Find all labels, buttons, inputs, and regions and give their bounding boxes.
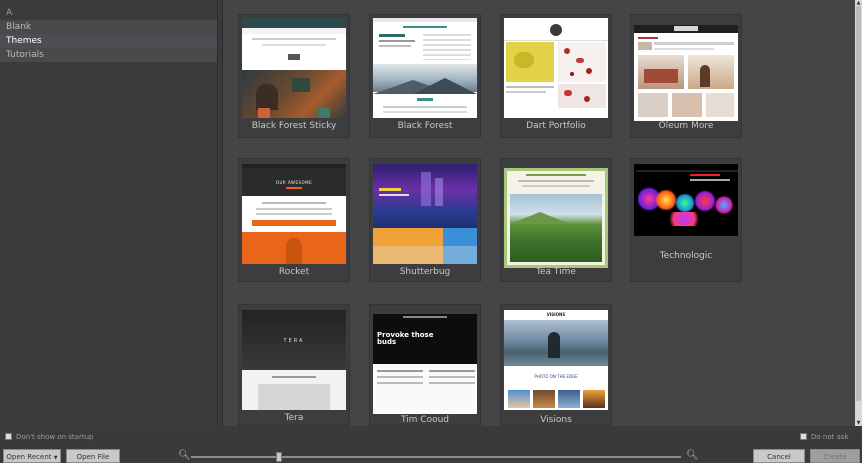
zoom-slider-thumb[interactable]: [276, 452, 282, 462]
open-file-button[interactable]: Open File: [66, 449, 120, 463]
theme-tile-tea-time[interactable]: Tea Time: [500, 158, 612, 282]
theme-thumbnail: [373, 164, 477, 264]
theme-tile-technologic[interactable]: Technologic: [630, 158, 742, 282]
theme-tile-shutterbug[interactable]: Shutterbug: [369, 158, 481, 282]
sidebar-item-themes[interactable]: Themes: [0, 34, 217, 48]
theme-label: Visions: [540, 415, 572, 425]
theme-thumbnail: TERA: [242, 310, 346, 410]
category-sidebar: A Blank Themes Tutorials: [0, 0, 218, 426]
dont-show-label: Don't show on startup: [16, 433, 94, 441]
theme-tile-dart-portfolio[interactable]: Dart Portfolio: [500, 14, 612, 138]
theme-thumbnail: OUR AWESOME: [242, 164, 346, 264]
theme-label: Dart Portfolio: [526, 121, 586, 131]
theme-thumbnail: [373, 18, 477, 118]
theme-label: Technologic: [659, 251, 713, 261]
theme-label: Tera: [284, 413, 304, 423]
right-checkbox-label: Do not ask: [811, 433, 849, 441]
sidebar-item-a[interactable]: A: [0, 6, 217, 20]
theme-tile-black-forest[interactable]: Black Forest: [369, 14, 481, 138]
theme-tile-oleum-more[interactable]: Oleum More: [630, 14, 742, 138]
scrollbar-thumb[interactable]: [856, 6, 861, 401]
rocket-heading: OUR AWESOME: [275, 180, 313, 185]
open-recent-label: Open Recent: [6, 453, 52, 461]
theme-thumbnail: [634, 164, 738, 236]
theme-label: Oleum More: [658, 121, 714, 131]
zoom-in-icon[interactable]: 🔍︎: [686, 450, 699, 461]
sidebar-item-blank[interactable]: Blank: [0, 20, 217, 34]
theme-thumbnail: Provoke those buds: [373, 314, 477, 414]
theme-label: Shutterbug: [399, 267, 451, 277]
gallery-scrollbar[interactable]: ▲ ▼: [855, 0, 862, 426]
create-button[interactable]: Create: [810, 449, 860, 463]
visions-caption: PHOTO ON THE EDGE: [534, 374, 578, 379]
theme-thumbnail: [634, 25, 738, 121]
theme-gallery: Black Forest Sticky Black Forest Dart Po…: [222, 0, 855, 426]
theme-label: Black Forest: [397, 121, 453, 131]
zoom-slider-track[interactable]: [191, 456, 681, 458]
scroll-down-arrow-icon[interactable]: ▼: [855, 420, 862, 426]
dont-show-checkbox[interactable]: [5, 433, 12, 440]
theme-thumbnail: [504, 18, 608, 118]
theme-label: Tim Cooud: [400, 415, 450, 425]
theme-tile-black-forest-sticky[interactable]: Black Forest Sticky: [238, 14, 350, 138]
theme-label: Rocket: [278, 267, 310, 277]
theme-thumbnail: [504, 168, 608, 268]
theme-tile-tim-cooud[interactable]: Provoke those buds Tim Cooud: [369, 304, 481, 426]
theme-label: Tea Time: [536, 267, 576, 277]
open-recent-button[interactable]: Open Recent ▼: [3, 449, 61, 463]
zoom-out-icon[interactable]: 🔍︎: [178, 450, 191, 461]
theme-label: Black Forest Sticky: [251, 121, 337, 131]
provoke-heading: Provoke those buds: [377, 331, 434, 346]
sidebar-item-tutorials[interactable]: Tutorials: [0, 48, 217, 62]
tera-heading: TERA: [283, 338, 305, 344]
cancel-button[interactable]: Cancel: [753, 449, 805, 463]
theme-thumbnail: VISIONS PHOTO ON THE EDGE: [504, 310, 608, 410]
theme-tile-rocket[interactable]: OUR AWESOME Rocket: [238, 158, 350, 282]
dropdown-arrow-icon: ▼: [53, 455, 58, 461]
theme-thumbnail: [242, 18, 346, 118]
theme-tile-visions[interactable]: VISIONS PHOTO ON THE EDGE Visions: [500, 304, 612, 426]
visions-banner: VISIONS: [546, 312, 566, 317]
theme-tile-tera[interactable]: TERA Tera: [238, 304, 350, 426]
right-checkbox[interactable]: [800, 433, 807, 440]
